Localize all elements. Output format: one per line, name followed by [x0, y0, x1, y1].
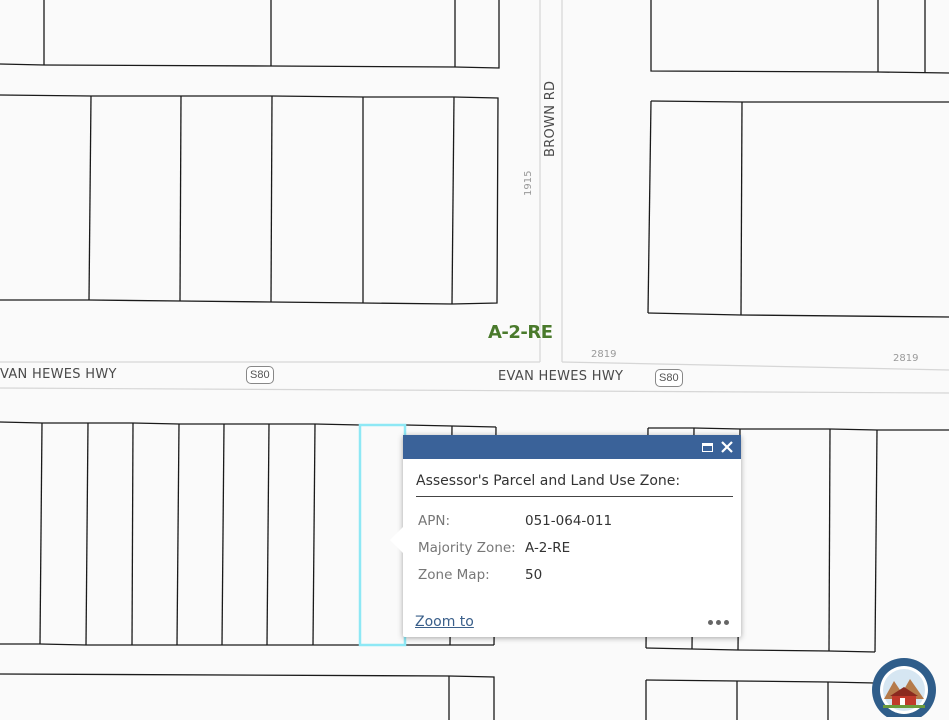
attribute-value: 051-064-011: [525, 512, 613, 529]
maximize-button[interactable]: [697, 437, 717, 457]
road-label-evan-hewes-left: VAN HEWES HWY: [0, 367, 117, 382]
attribute-row: Zone Map: 50: [418, 561, 612, 588]
route-shield-s80-right: S80: [655, 369, 683, 387]
more-options-icon: [716, 619, 721, 625]
maximize-icon: [701, 442, 713, 452]
road-label-brown-rd: BROWN RD: [543, 80, 558, 157]
popup-footer: Zoom to: [415, 614, 731, 630]
address-label-1915: 1915: [523, 170, 534, 196]
close-button[interactable]: [717, 437, 737, 457]
address-label-2819-a: 2819: [591, 349, 617, 360]
attribute-table: APN: 051-064-011 Majority Zone: A-2-RE Z…: [418, 507, 612, 588]
more-options-icon: [724, 619, 729, 625]
attribute-row: Majority Zone: A-2-RE: [418, 534, 612, 561]
parcel-info-popup: Assessor's Parcel and Land Use Zone: APN…: [390, 435, 741, 637]
attribute-label: APN:: [418, 512, 451, 529]
popup-header: [403, 435, 741, 459]
more-options-icon: [708, 619, 713, 625]
more-options-button[interactable]: [706, 618, 731, 627]
attribute-row: APN: 051-064-011: [418, 507, 612, 534]
road-edges: [0, 0, 949, 394]
close-icon: [721, 441, 733, 453]
county-association-logo: [872, 658, 936, 717]
road-label-evan-hewes-right: EVAN HEWES HWY: [498, 369, 624, 384]
attribute-value: 50: [525, 566, 543, 583]
attribute-label: Majority Zone:: [418, 539, 516, 556]
address-label-2819-b: 2819: [893, 353, 919, 364]
zoom-to-link[interactable]: Zoom to: [415, 614, 474, 630]
zone-label: A-2-RE: [488, 322, 553, 343]
attribute-value: A-2-RE: [525, 539, 571, 556]
popup-title: Assessor's Parcel and Land Use Zone:: [416, 473, 733, 497]
popup-pointer: [390, 527, 403, 553]
route-shield-s80-left: S80: [246, 366, 274, 384]
attribute-label: Zone Map:: [418, 566, 490, 583]
